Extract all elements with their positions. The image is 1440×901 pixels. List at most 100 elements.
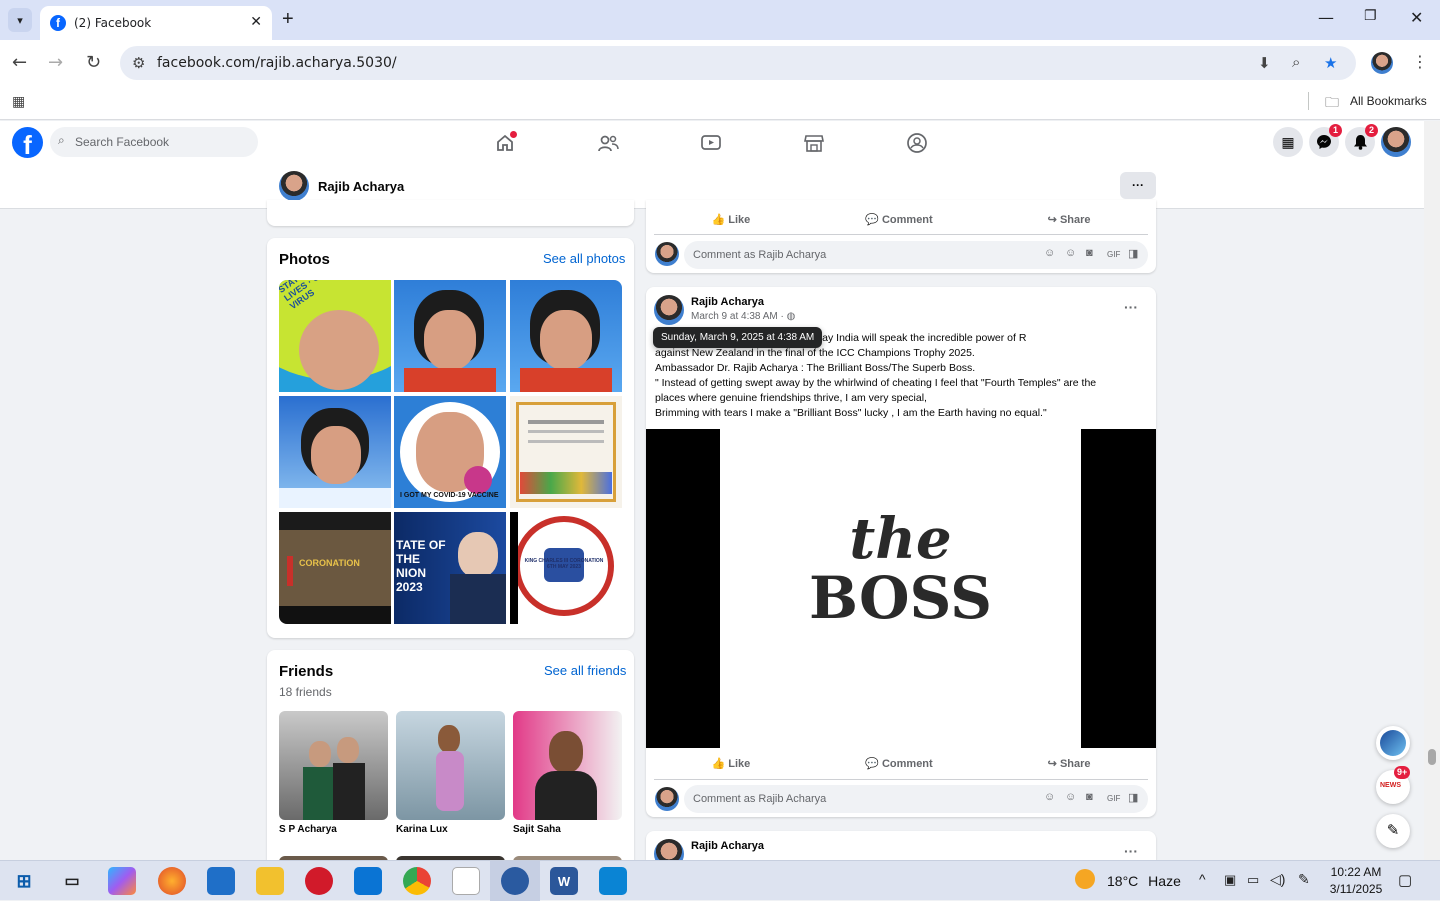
floating-chat-head-icc[interactable] <box>1376 726 1410 760</box>
menu-grid-icon[interactable]: ▦ <box>1273 127 1303 157</box>
camera-icon[interactable]: ◙ <box>1086 791 1093 803</box>
post-more-button[interactable]: ··· <box>1124 843 1138 859</box>
comment-button[interactable]: 💬 Comment <box>865 213 933 226</box>
browser-tab[interactable]: f (2) Facebook ✕ <box>40 6 272 40</box>
new-message-icon[interactable]: ✎ <box>1376 814 1410 848</box>
photo-coronation[interactable]: CORONATION <box>279 512 391 624</box>
new-tab-button[interactable]: + <box>282 8 294 30</box>
all-bookmarks-label[interactable]: All Bookmarks <box>1350 94 1427 108</box>
share-button[interactable]: ↪ Share <box>1048 213 1091 226</box>
profile-more-button[interactable]: ··· <box>1120 172 1156 199</box>
messenger-icon[interactable]: 1 <box>1309 124 1342 157</box>
weather-widget[interactable]: 18°C Haze <box>1107 873 1181 889</box>
post-author-avatar[interactable] <box>654 839 684 860</box>
gif-icon[interactable]: GIF <box>1107 250 1120 259</box>
photos-app-icon[interactable] <box>599 867 627 895</box>
post-more-button[interactable]: ··· <box>1124 299 1138 315</box>
photo-covid-vaccine[interactable]: I GOT MY COVID-19 VACCINE <box>394 396 506 508</box>
friend-name[interactable]: S P Acharya <box>279 824 337 835</box>
volume-icon[interactable]: ◁) <box>1270 871 1285 888</box>
back-icon[interactable]: ← <box>12 52 27 73</box>
word-icon[interactable]: W <box>550 867 578 895</box>
sticker-icon[interactable]: ◨ <box>1128 791 1138 804</box>
emoji-icon[interactable]: ☺ <box>1065 791 1076 803</box>
photo-certificate[interactable] <box>510 396 622 508</box>
clock[interactable]: 10:22 AM 3/11/2025 <box>1326 864 1386 898</box>
friend-photo-sp-acharya[interactable] <box>279 711 388 820</box>
friend-name[interactable]: Sajit Saha <box>513 824 561 835</box>
photo-portrait-clouds[interactable] <box>279 396 391 508</box>
like-button[interactable]: 👍 Like <box>711 757 750 770</box>
chrome-profile-avatar[interactable] <box>1371 52 1393 74</box>
opera-icon[interactable] <box>305 867 333 895</box>
profile-name[interactable]: Rajib Acharya <box>318 179 404 194</box>
notifications-icon[interactable]: 2 <box>1345 124 1378 157</box>
emoji-icon[interactable]: ☺ <box>1065 247 1076 259</box>
meet-now-icon[interactable]: ▣ <box>1224 872 1236 888</box>
friend-photo-sajit-saha[interactable] <box>513 711 622 820</box>
tray-chevron-icon[interactable]: ^ <box>1199 871 1206 887</box>
photo-portrait-2[interactable] <box>510 280 622 392</box>
site-info-icon[interactable]: ⚙ <box>132 54 145 72</box>
see-all-friends-link[interactable]: See all friends <box>544 663 626 678</box>
photo-state-of-union[interactable]: TATE OF THE NION 2023 <box>394 512 506 624</box>
video-icon[interactable] <box>699 131 723 155</box>
friends-icon[interactable] <box>596 131 620 155</box>
friend-photo-karina-lux[interactable] <box>396 711 505 820</box>
camera-icon[interactable]: ◙ <box>1086 247 1093 259</box>
facebook-logo[interactable]: f <box>12 127 43 158</box>
file-explorer-icon[interactable] <box>256 867 284 895</box>
photo-stay-alert[interactable]: STAY ALERT · SAVE LIVES · CONTROL THE VI… <box>279 280 391 392</box>
scrollbar-thumb[interactable] <box>1428 749 1436 765</box>
task-view-icon[interactable]: ▭ <box>58 867 86 895</box>
post-image[interactable]: the BOSS <box>646 429 1156 748</box>
active-app-icon[interactable] <box>501 867 529 895</box>
tab-close-icon[interactable]: ✕ <box>250 14 262 30</box>
install-app-icon[interactable]: ⬇ <box>1258 54 1271 72</box>
weather-icon[interactable] <box>1075 869 1095 889</box>
store-icon[interactable] <box>354 867 382 895</box>
copilot-icon[interactable] <box>108 867 136 895</box>
reload-icon[interactable]: ↻ <box>86 52 101 73</box>
groups-icon[interactable] <box>905 131 929 155</box>
restore-icon[interactable]: ❐ <box>1364 8 1377 24</box>
page-scrollbar[interactable] <box>1424 121 1440 860</box>
apps-grid-icon[interactable]: ▦ <box>12 93 25 110</box>
notepad-icon[interactable] <box>452 867 480 895</box>
comment-input[interactable]: Comment as Rajib Acharya ☺ ☺ ◙ GIF ◨ <box>684 785 1148 813</box>
notification-center-icon[interactable]: ▢ <box>1398 871 1412 889</box>
network-icon[interactable]: ▭ <box>1247 872 1259 888</box>
zoom-icon[interactable]: ⌕ <box>1292 54 1300 71</box>
facebook-search-input[interactable]: ⌕ Search Facebook <box>50 127 258 157</box>
account-avatar[interactable] <box>1381 127 1411 157</box>
forward-icon[interactable]: → <box>48 52 63 73</box>
avatar-sticker-icon[interactable]: ☺ <box>1044 247 1055 259</box>
friend-name[interactable]: Karina Lux <box>396 824 448 835</box>
sticker-icon[interactable]: ◨ <box>1128 247 1138 260</box>
windows-start-icon[interactable]: ⊞ <box>10 867 38 895</box>
gif-icon[interactable]: GIF <box>1107 794 1120 803</box>
share-button[interactable]: ↪ Share <box>1048 757 1091 770</box>
like-button[interactable]: 👍 Like <box>711 213 750 226</box>
post-author-avatar[interactable] <box>654 295 684 325</box>
floating-chat-head-news[interactable]: NEWS 9+ <box>1376 766 1411 804</box>
post-timestamp[interactable]: March 9 at 4:38 AM · ◍ <box>691 311 795 322</box>
home-icon[interactable] <box>493 131 517 155</box>
comment-button[interactable]: 💬 Comment <box>865 757 933 770</box>
window-close-icon[interactable]: ✕ <box>1410 8 1423 27</box>
chrome-icon[interactable] <box>403 867 431 895</box>
firefox-icon[interactable] <box>158 867 186 895</box>
marketplace-icon[interactable] <box>802 131 826 155</box>
pen-icon[interactable]: ✎ <box>1298 871 1310 888</box>
url-text[interactable]: facebook.com/rajib.acharya.5030/ <box>157 55 397 71</box>
chrome-menu-icon[interactable]: ⋮ <box>1412 52 1428 71</box>
app-icon-blue[interactable] <box>207 867 235 895</box>
comment-input[interactable]: Comment as Rajib Acharya ☺ ☺ ◙ GIF ◨ <box>684 241 1148 269</box>
minimize-icon[interactable]: — <box>1318 8 1334 27</box>
post-author-name[interactable]: Rajib Acharya <box>691 296 764 308</box>
photo-portrait-1[interactable] <box>394 280 506 392</box>
see-all-photos-link[interactable]: See all photos <box>543 251 625 266</box>
profile-avatar[interactable] <box>279 171 309 201</box>
tab-search-button[interactable]: ▾ <box>8 8 32 32</box>
address-bar[interactable]: ⚙ facebook.com/rajib.acharya.5030/ ⬇ ⌕ ★ <box>120 46 1356 80</box>
